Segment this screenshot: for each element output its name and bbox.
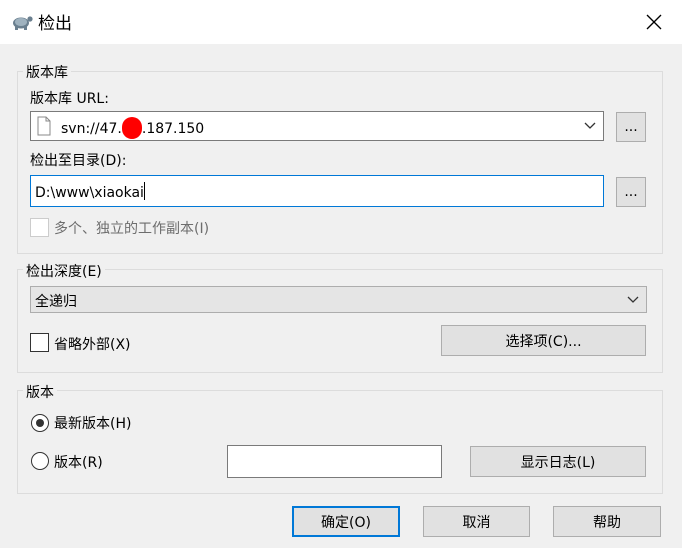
revision-group-label: 版本: [23, 382, 57, 402]
show-log-button[interactable]: 显示日志(L): [470, 446, 646, 477]
url-value: svn://47. .187.150: [61, 117, 204, 139]
radio-selected-dot: [36, 419, 44, 427]
checkout-dir-label: 检出至目录(D):: [30, 153, 127, 169]
browse-url-button[interactable]: ...: [616, 112, 646, 142]
checkout-dir-value: D:\www\xiaokai: [35, 182, 145, 201]
revision-label: 版本(R): [54, 455, 103, 471]
multiple-copies-label: 多个、独立的工作副本(I): [54, 221, 210, 237]
title-bar: [0, 0, 682, 44]
redaction-mark: [121, 117, 142, 139]
ok-button[interactable]: 确定(O): [292, 506, 400, 537]
depth-selected: 全递归: [35, 294, 77, 310]
cancel-button[interactable]: 取消: [423, 506, 530, 537]
window-title: 检出: [38, 14, 72, 34]
repository-group-label: 版本库: [23, 62, 71, 82]
tortoise-icon: [10, 10, 34, 32]
checkout-dir-input[interactable]: D:\www\xiaokai: [30, 175, 604, 207]
choose-items-button[interactable]: 选择项(C)...: [441, 325, 646, 356]
url-label: 版本库 URL:: [30, 91, 109, 107]
close-icon: [646, 14, 662, 30]
depth-group: [17, 269, 663, 373]
text-caret: [143, 182, 145, 200]
depth-dropdown[interactable]: 全递归: [30, 286, 647, 313]
head-revision-label: 最新版本(H): [54, 416, 132, 432]
chevron-down-icon: [627, 296, 639, 303]
revision-radio[interactable]: [31, 452, 49, 470]
multiple-copies-checkbox[interactable]: [30, 218, 49, 237]
head-revision-radio[interactable]: [31, 414, 49, 432]
help-button[interactable]: 帮助: [553, 506, 661, 537]
close-button[interactable]: [636, 6, 672, 38]
chevron-down-icon: [584, 122, 596, 129]
omit-externals-label: 省略外部(X): [54, 337, 131, 353]
url-combobox[interactable]: svn://47. .187.150: [30, 111, 604, 141]
depth-group-label: 检出深度(E): [23, 261, 105, 281]
file-icon: [37, 116, 51, 136]
browse-dir-button[interactable]: ...: [616, 177, 646, 207]
omit-externals-checkbox[interactable]: [30, 333, 49, 352]
revision-input[interactable]: [227, 445, 442, 478]
revision-group: [17, 390, 663, 494]
